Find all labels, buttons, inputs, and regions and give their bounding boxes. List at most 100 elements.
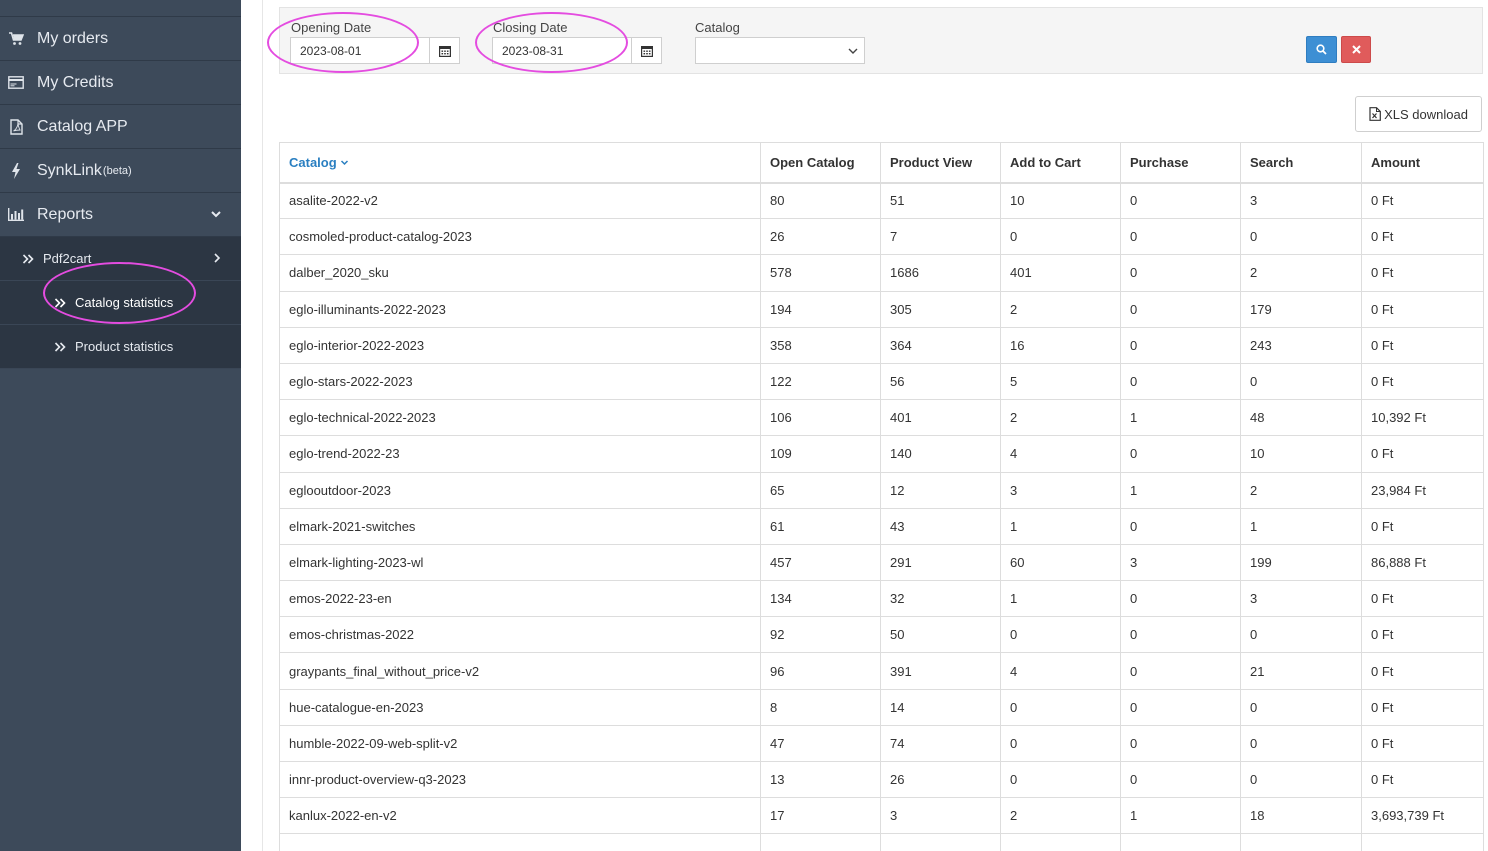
- table-cell: 0: [1000, 616, 1121, 654]
- search-button[interactable]: [1306, 36, 1337, 63]
- sidebar-item-synklink[interactable]: SynkLink (beta): [0, 149, 241, 193]
- table-row: eglo-trend-2022-23 109 140 4 0 10 0 Ft: [279, 435, 1484, 473]
- table-cell: 2: [1000, 290, 1121, 328]
- table-cell: eglo-illuminants-2022-2023: [279, 290, 761, 328]
- table-cell: 0: [1120, 435, 1241, 473]
- column-header-search[interactable]: Search: [1240, 142, 1362, 184]
- table-cell: 3,693,739 Ft: [1361, 797, 1484, 835]
- filter-panel: Opening Date 2023-08-01 Closing Date 202…: [279, 7, 1483, 74]
- table-cell: 43: [880, 507, 1001, 545]
- sidebar-item-catalog-statistics[interactable]: Catalog statistics: [0, 281, 241, 325]
- sidebar: My orders My Credits Catalog APP SynkLin…: [0, 0, 241, 851]
- column-header-open-catalog[interactable]: Open Catalog: [760, 142, 881, 184]
- table-row: innr-product-overview-q3-2023 13 26 0 0 0 0 Ft: [279, 760, 1484, 799]
- reports-submenu: Pdf2cart Catalog statistics Product stat…: [0, 237, 241, 369]
- table-cell: 0: [1000, 724, 1121, 763]
- close-icon: [1351, 45, 1361, 54]
- table-cell: 391: [880, 652, 1001, 690]
- xls-download-button[interactable]: XLS download: [1355, 96, 1482, 132]
- table-cell: 80: [760, 181, 881, 220]
- table-cell: innr-product-overview-q3-2023: [279, 760, 761, 799]
- table-cell: 26: [760, 218, 881, 256]
- table-cell: kanlux-2022-en-v2: [279, 797, 761, 835]
- sidebar-item-my-credits[interactable]: My Credits: [0, 61, 241, 105]
- table-cell: 10,392 Ft: [1361, 399, 1484, 437]
- table-cell: 3: [1240, 181, 1362, 220]
- table-cell: 2: [1240, 254, 1362, 292]
- closing-date-label: Closing Date: [493, 20, 568, 35]
- table-cell: 86,888 Ft: [1361, 543, 1484, 582]
- table-cell: 0: [1120, 326, 1241, 364]
- table-cell: 47: [760, 724, 881, 763]
- table-cell: 401: [880, 399, 1001, 437]
- table-cell: 4: [1000, 435, 1121, 473]
- table-cell: graypants_final_without_price-v2: [279, 652, 761, 690]
- table-cell: 1: [1000, 580, 1121, 618]
- sidebar-item-label: My orders: [37, 29, 109, 47]
- table-cell: 0 Ft: [1361, 362, 1484, 401]
- xls-download-label: XLS download: [1384, 106, 1468, 122]
- bar-chart-icon: [8, 207, 24, 223]
- catalog-select[interactable]: [695, 37, 865, 64]
- table-cell: 92: [760, 616, 881, 654]
- table-body: asalite-2022-v2 80 51 10 0 3 0 Ft cosmoled-prod…: [279, 181, 1484, 851]
- table-cell: 358: [760, 326, 881, 364]
- chevron-right-icon: [214, 253, 221, 263]
- column-header-product-view[interactable]: Product View: [880, 142, 1001, 184]
- opening-date-input[interactable]: 2023-08-01: [290, 37, 430, 64]
- table-cell: 3: [1120, 543, 1241, 582]
- column-header-catalog[interactable]: Catalog: [279, 142, 761, 184]
- column-header-purchase[interactable]: Purchase: [1120, 142, 1241, 184]
- table-cell: 17: [760, 797, 881, 835]
- table-cell: eglo-interior-2022-2023: [279, 326, 761, 364]
- table-cell: 1: [1240, 507, 1362, 545]
- clear-button[interactable]: [1341, 36, 1371, 63]
- sidebar-item-label: Reports: [37, 205, 94, 223]
- table-row: hue-catalogue-en-2023 8 14 0 0 0 0 Ft: [279, 688, 1484, 726]
- table-cell: 60: [1000, 543, 1121, 582]
- table-row: eglo-interior-2022-2023 358 364 16 0 243 0 Ft: [279, 326, 1484, 364]
- table-cell: 1: [1000, 507, 1121, 545]
- table-cell: 0: [1120, 254, 1241, 292]
- table-cell: 0: [1000, 688, 1121, 726]
- table-cell: [279, 833, 761, 851]
- sidebar-item-reports[interactable]: Reports: [0, 193, 241, 237]
- table-cell: 0: [1120, 580, 1241, 618]
- table-cell: 109: [760, 435, 881, 473]
- table-cell: 96: [760, 652, 881, 690]
- table-row: cosmoled-product-catalog-2023 26 7 0 0 0 0 Ft: [279, 218, 1484, 256]
- table-row: eglo-technical-2022-2023 106 401 2 1 48 10,392…: [279, 399, 1484, 437]
- catalog-statistics-table: Catalog Open Catalog Product View Add to…: [279, 142, 1484, 851]
- sidebar-item-product-statistics[interactable]: Product statistics: [0, 325, 241, 369]
- table-cell: 0 Ft: [1361, 688, 1484, 726]
- sidebar-item-pdf2cart[interactable]: Pdf2cart: [0, 237, 241, 281]
- sidebar-item-catalog-app[interactable]: Catalog APP: [0, 105, 241, 149]
- table-cell: 243: [1240, 326, 1362, 364]
- sidebar-item-my-orders[interactable]: My orders: [0, 17, 241, 61]
- table-cell: 13: [760, 760, 881, 799]
- column-header-add-to-cart[interactable]: Add to Cart: [1000, 142, 1121, 184]
- table-cell: 65: [760, 471, 881, 509]
- table-cell: 0 Ft: [1361, 580, 1484, 618]
- column-header-amount[interactable]: Amount: [1361, 142, 1484, 184]
- opening-date-label: Opening Date: [291, 20, 372, 35]
- bolt-icon: [8, 162, 24, 179]
- opening-date-calendar-button[interactable]: [429, 37, 460, 64]
- sidebar-item-products-partial[interactable]: [0, 0, 241, 17]
- table-cell: 0: [1120, 181, 1241, 220]
- table-cell: [1361, 833, 1484, 851]
- app-root: My orders My Credits Catalog APP SynkLin…: [0, 0, 1488, 851]
- table-cell: 0: [1240, 362, 1362, 401]
- table-cell: 0 Ft: [1361, 290, 1484, 328]
- table-cell: 0 Ft: [1361, 652, 1484, 690]
- table-row: graypants_final_without_price-v2 96 391 4 0 2…: [279, 652, 1484, 690]
- table-cell: 0: [1120, 652, 1241, 690]
- table-cell: 0: [1120, 507, 1241, 545]
- table-cell: 401: [1000, 254, 1121, 292]
- sidebar-item-label: SynkLink: [37, 161, 102, 179]
- table-row: elmark-lighting-2023-wl 457 291 60 3 199 86,88…: [279, 543, 1484, 582]
- table-row: eglo-illuminants-2022-2023 194 305 2 0 179 0 F…: [279, 290, 1484, 328]
- closing-date-input[interactable]: 2023-08-31: [492, 37, 632, 64]
- table-cell: 122: [760, 362, 881, 401]
- closing-date-calendar-button[interactable]: [631, 37, 662, 64]
